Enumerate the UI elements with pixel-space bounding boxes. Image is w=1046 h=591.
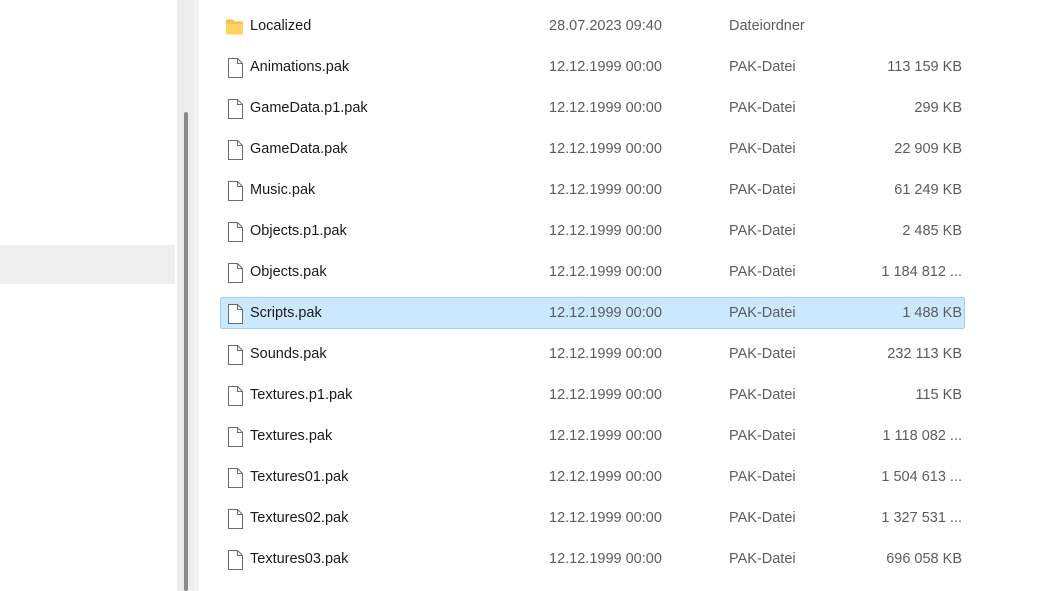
file-name: GameData.pak xyxy=(250,141,348,157)
file-type: PAK-Datei xyxy=(729,551,796,567)
file-explorer-window: Localized 28.07.2023 09:40 Dateiordner A… xyxy=(0,0,1046,591)
file-icon xyxy=(226,509,244,529)
nav-pane-selected-item[interactable] xyxy=(0,245,175,284)
file-size: 232 113 KB xyxy=(887,346,962,362)
file-row-9[interactable]: Textures.p1.pak 12.12.1999 00:00 PAK-Dat… xyxy=(220,379,965,411)
file-icon xyxy=(226,345,244,365)
file-date-modified: 12.12.1999 00:00 xyxy=(549,100,662,116)
file-size: 61 249 KB xyxy=(894,182,962,198)
file-type: PAK-Datei xyxy=(729,510,796,526)
file-date-modified: 12.12.1999 00:00 xyxy=(549,387,662,403)
file-date-modified: 12.12.1999 00:00 xyxy=(549,305,662,321)
file-name: Textures02.pak xyxy=(250,510,349,526)
file-size: 1 488 KB xyxy=(902,305,962,321)
file-size: 1 504 613 ... xyxy=(881,469,962,485)
file-icon xyxy=(226,58,244,78)
file-date-modified: 12.12.1999 00:00 xyxy=(549,551,662,567)
file-icon xyxy=(226,222,244,242)
file-size: 115 KB xyxy=(915,387,963,403)
file-date-modified: 12.12.1999 00:00 xyxy=(549,510,662,526)
file-type: PAK-Datei xyxy=(729,182,796,198)
file-icon xyxy=(226,427,244,447)
file-size: 1 327 531 ... xyxy=(881,510,962,526)
file-type: PAK-Datei xyxy=(729,59,796,75)
file-date-modified: 12.12.1999 00:00 xyxy=(549,264,662,280)
file-type: PAK-Datei xyxy=(729,305,796,321)
file-type: PAK-Datei xyxy=(729,223,796,239)
file-icon xyxy=(226,550,244,570)
file-type: PAK-Datei xyxy=(729,387,796,403)
file-row-4[interactable]: Music.pak 12.12.1999 00:00 PAK-Datei 61 … xyxy=(220,174,965,206)
file-row-5[interactable]: Objects.p1.pak 12.12.1999 00:00 PAK-Date… xyxy=(220,215,965,247)
file-row-3[interactable]: GameData.pak 12.12.1999 00:00 PAK-Datei … xyxy=(220,133,965,165)
file-list: Localized 28.07.2023 09:40 Dateiordner A… xyxy=(199,0,1046,591)
file-date-modified: 12.12.1999 00:00 xyxy=(549,182,662,198)
file-row-7[interactable]: Scripts.pak 12.12.1999 00:00 PAK-Datei 1… xyxy=(220,297,965,329)
file-date-modified: 12.12.1999 00:00 xyxy=(549,428,662,444)
file-name: Objects.p1.pak xyxy=(250,223,347,239)
file-row-11[interactable]: Textures01.pak 12.12.1999 00:00 PAK-Date… xyxy=(220,461,965,493)
file-icon xyxy=(226,263,244,283)
file-size: 299 KB xyxy=(914,100,962,116)
file-size: 696 058 KB xyxy=(886,551,962,567)
file-date-modified: 12.12.1999 00:00 xyxy=(549,223,662,239)
file-icon xyxy=(226,468,244,488)
file-type: PAK-Datei xyxy=(729,469,796,485)
file-icon xyxy=(226,140,244,160)
file-size: 1 184 812 ... xyxy=(881,264,962,280)
file-name: Scripts.pak xyxy=(250,305,322,321)
folder-icon xyxy=(225,18,243,38)
file-icon xyxy=(226,304,244,324)
file-row-12[interactable]: Textures02.pak 12.12.1999 00:00 PAK-Date… xyxy=(220,502,965,534)
file-name: Textures.p1.pak xyxy=(250,387,353,403)
file-icon xyxy=(226,99,244,119)
file-type: PAK-Datei xyxy=(729,264,796,280)
file-name: Sounds.pak xyxy=(250,346,327,362)
file-name: Music.pak xyxy=(250,182,316,198)
file-size: 22 909 KB xyxy=(894,141,962,157)
navigation-pane[interactable] xyxy=(0,0,177,591)
file-name: Textures01.pak xyxy=(250,469,349,485)
file-date-modified: 12.12.1999 00:00 xyxy=(549,59,662,75)
file-type: PAK-Datei xyxy=(729,100,796,116)
file-row-0[interactable]: Localized 28.07.2023 09:40 Dateiordner xyxy=(220,10,965,42)
file-name: Objects.pak xyxy=(250,264,327,280)
file-type: PAK-Datei xyxy=(729,428,796,444)
file-name: Localized xyxy=(250,18,312,34)
file-date-modified: 28.07.2023 09:40 xyxy=(549,18,662,34)
file-type: Dateiordner xyxy=(729,18,805,34)
file-size: 113 159 KB xyxy=(887,59,962,75)
file-date-modified: 12.12.1999 00:00 xyxy=(549,141,662,157)
file-icon xyxy=(226,386,244,406)
file-row-8[interactable]: Sounds.pak 12.12.1999 00:00 PAK-Datei 23… xyxy=(220,338,965,370)
file-size: 1 118 082 ... xyxy=(882,428,962,444)
file-row-2[interactable]: GameData.p1.pak 12.12.1999 00:00 PAK-Dat… xyxy=(220,92,965,124)
file-type: PAK-Datei xyxy=(729,346,796,362)
file-row-1[interactable]: Animations.pak 12.12.1999 00:00 PAK-Date… xyxy=(220,51,965,83)
file-date-modified: 12.12.1999 00:00 xyxy=(549,469,662,485)
file-size: 2 485 KB xyxy=(902,223,962,239)
file-row-13[interactable]: Textures03.pak 12.12.1999 00:00 PAK-Date… xyxy=(220,543,965,575)
navigation-pane-scrollbar-thumb[interactable] xyxy=(184,112,188,591)
file-name: Textures03.pak xyxy=(250,551,349,567)
file-type: PAK-Datei xyxy=(729,141,796,157)
file-date-modified: 12.12.1999 00:00 xyxy=(549,346,662,362)
file-icon xyxy=(226,181,244,201)
file-row-10[interactable]: Textures.pak 12.12.1999 00:00 PAK-Datei … xyxy=(220,420,965,452)
file-name: Animations.pak xyxy=(250,59,350,75)
file-name: Textures.pak xyxy=(250,428,333,444)
file-row-6[interactable]: Objects.pak 12.12.1999 00:00 PAK-Datei 1… xyxy=(220,256,965,288)
file-name: GameData.p1.pak xyxy=(250,100,368,116)
